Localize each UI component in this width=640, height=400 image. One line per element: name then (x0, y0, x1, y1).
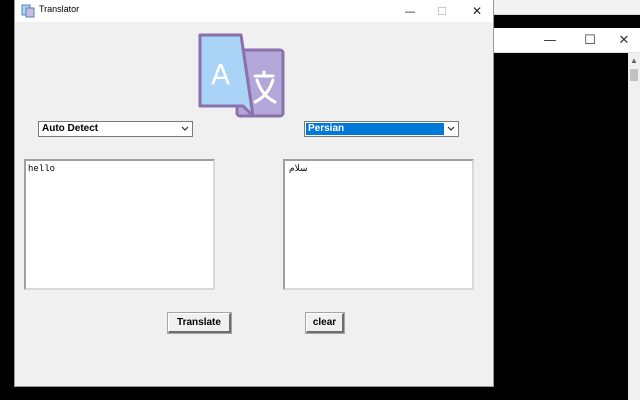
target-text-output[interactable]: سلام (283, 159, 474, 290)
background-close-button[interactable]: ✕ (606, 28, 640, 52)
svg-text:A: A (211, 58, 230, 91)
window-title: Translator (39, 4, 80, 14)
source-text: hello (28, 164, 56, 174)
background-taskbar-strip (494, 0, 640, 15)
translate-icon: A (198, 33, 285, 118)
scroll-up-arrow-icon[interactable]: ▲ (628, 53, 640, 67)
source-language-value: Auto Detect (42, 123, 99, 134)
target-text: سلام (289, 164, 308, 174)
clear-button[interactable]: clear (305, 312, 345, 334)
background-maximize-button[interactable]: ☐ (572, 28, 608, 52)
chevron-down-icon[interactable] (180, 124, 190, 134)
source-language-select[interactable]: Auto Detect (38, 121, 193, 137)
maximize-button[interactable]: ☐ (425, 0, 459, 22)
scrollbar-thumb[interactable] (630, 69, 638, 81)
minimize-button[interactable]: — (393, 0, 427, 22)
background-window-titlebar: — ☐ ✕ (494, 28, 640, 53)
background-minimize-button[interactable]: — (532, 28, 568, 52)
target-language-select[interactable]: Persian (304, 121, 459, 137)
translate-button[interactable]: Translate (167, 312, 232, 334)
app-translate-icon (21, 4, 35, 18)
chevron-down-icon[interactable] (446, 124, 456, 134)
titlebar: Translator — ☐ ✕ (15, 0, 493, 22)
background-scrollbar[interactable]: ▲ (628, 53, 640, 400)
target-language-value: Persian (306, 123, 444, 135)
close-button[interactable]: ✕ (460, 0, 494, 22)
source-text-input[interactable]: hello (24, 159, 215, 290)
translator-window: Translator — ☐ ✕ A Auto Detect Persian h… (14, 0, 494, 387)
